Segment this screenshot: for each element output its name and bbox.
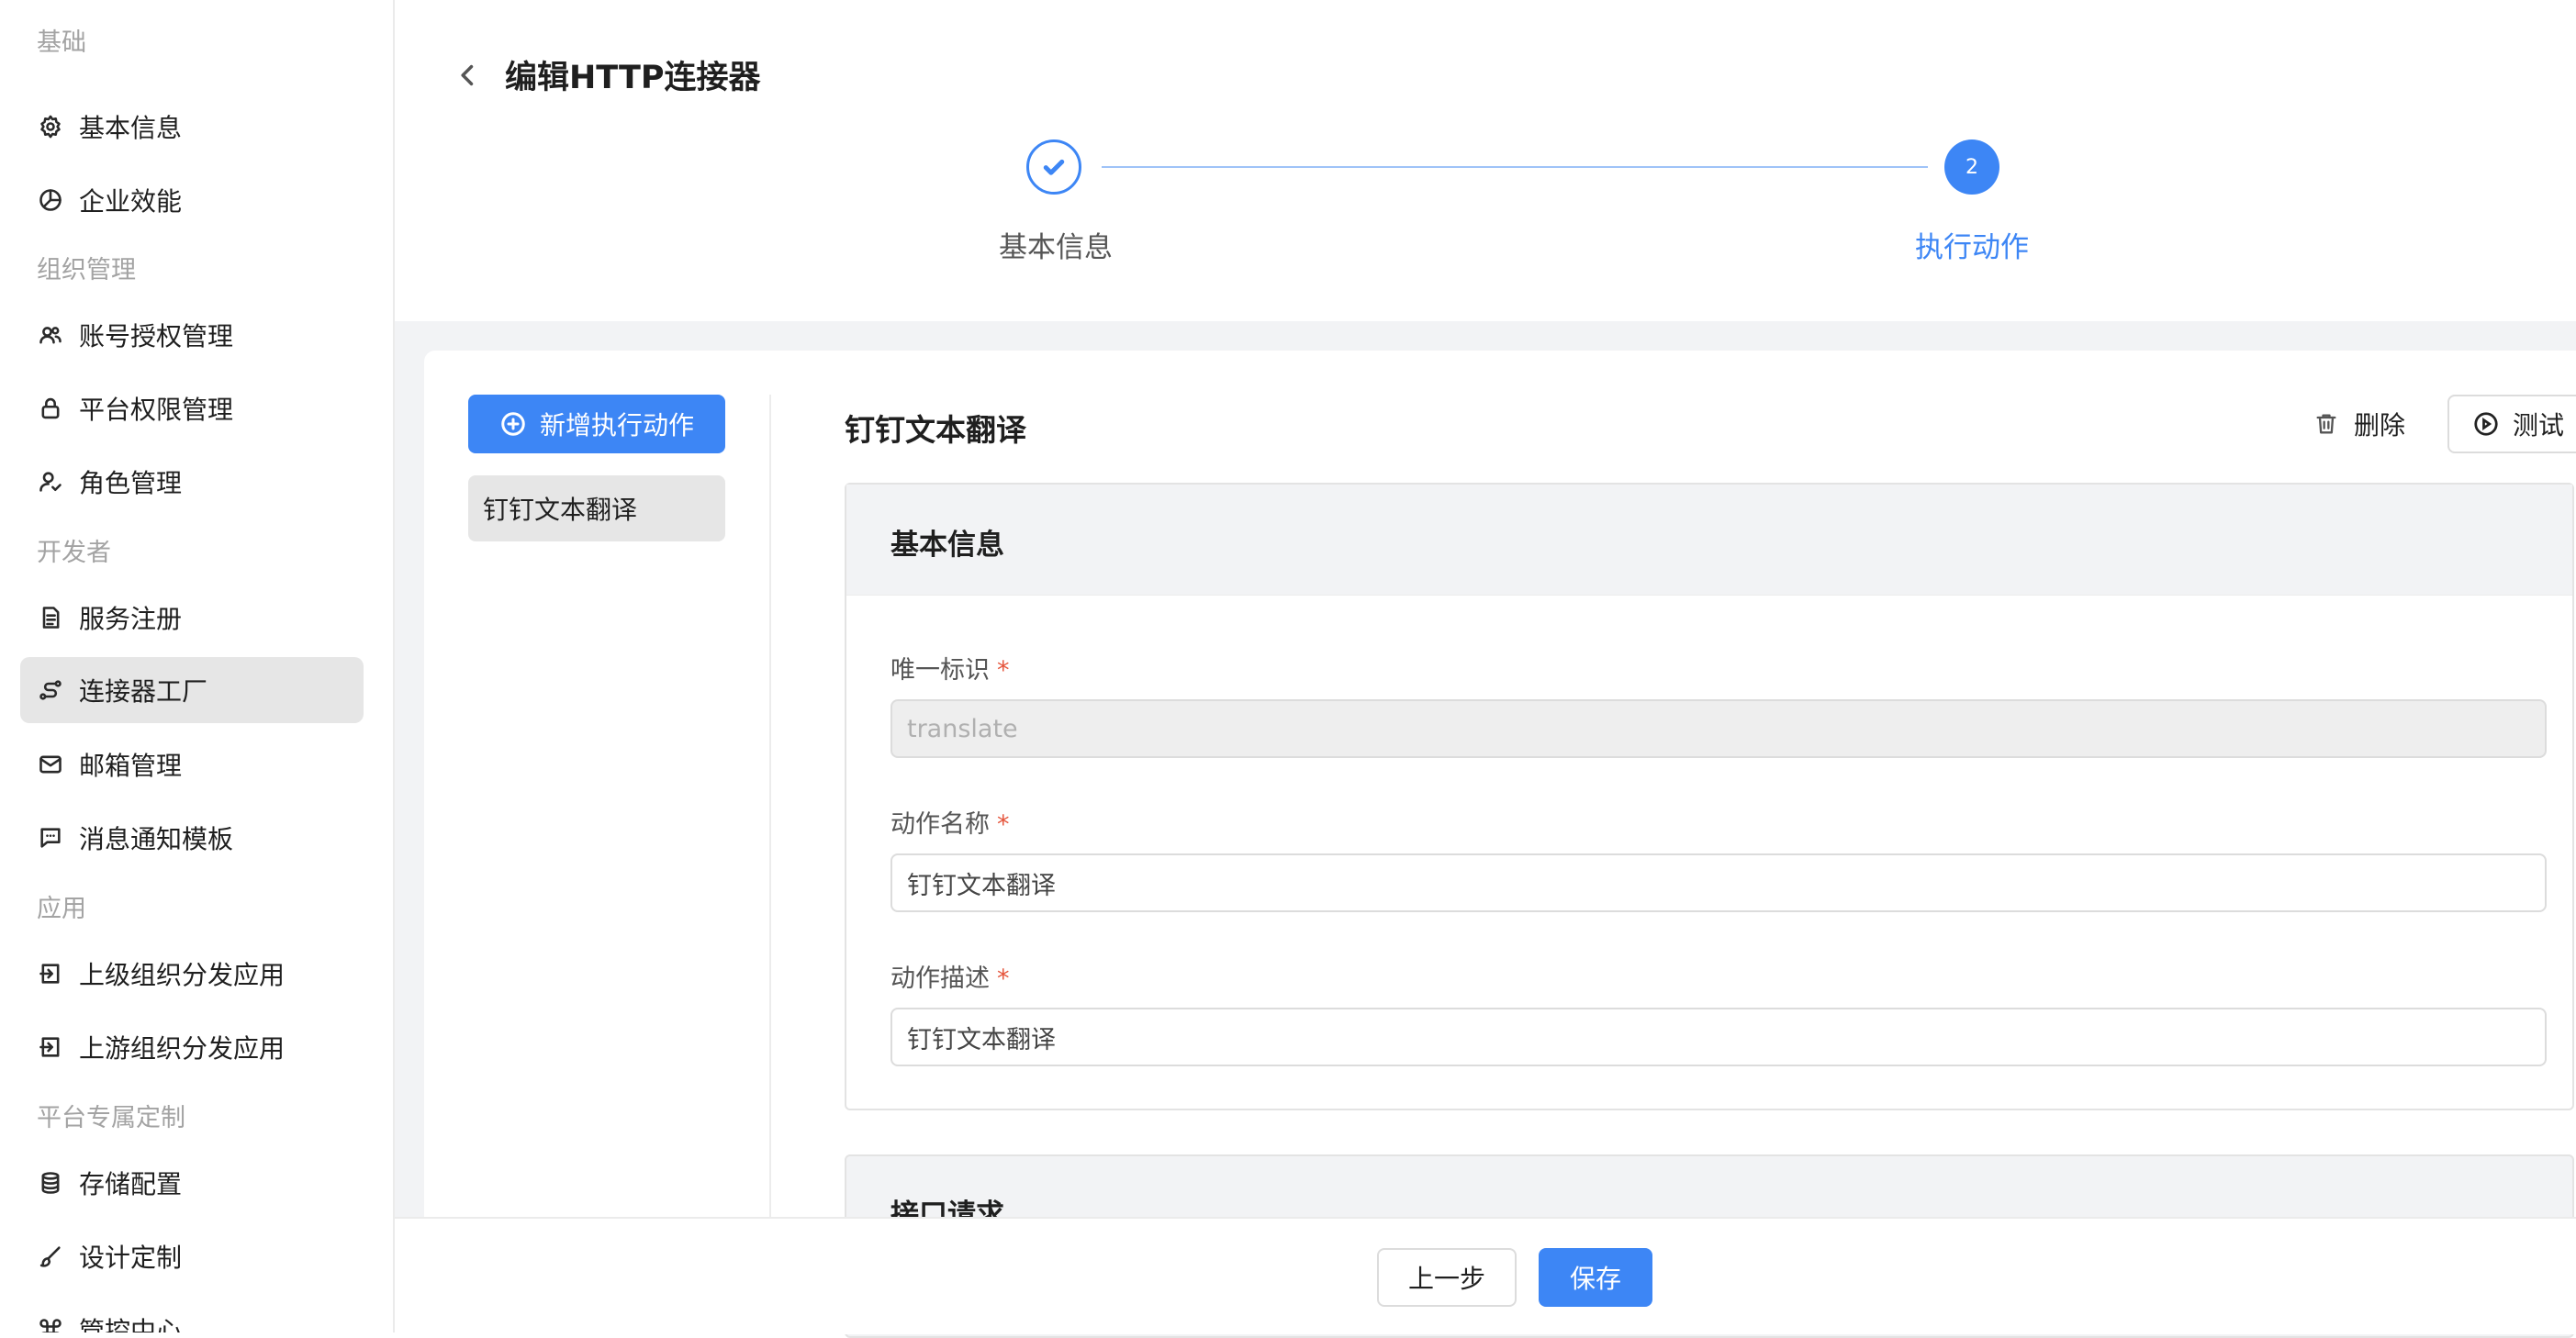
sidebar-item-label: 连接器工厂 bbox=[79, 676, 208, 707]
add-action-label: 新增执行动作 bbox=[539, 410, 694, 440]
field-label-unique-id: 唯一标识 * bbox=[890, 650, 1010, 686]
sidebar-item-parent-org-app[interactable]: 上级组织分发应用 bbox=[20, 941, 364, 1007]
document-icon bbox=[37, 604, 64, 631]
sidebar-item-label: 管控中心 bbox=[79, 1316, 183, 1332]
sidebar-item-label: 基本信息 bbox=[79, 113, 183, 143]
sidebar-item-label: 上游组织分发应用 bbox=[79, 1033, 286, 1064]
mail-icon bbox=[37, 751, 64, 778]
action-name-input[interactable] bbox=[890, 853, 2547, 912]
trash-icon bbox=[2316, 414, 2336, 434]
section-header: 基本信息 bbox=[846, 485, 2572, 596]
test-button[interactable]: 测试 bbox=[2447, 395, 2576, 453]
sidebar-item-label: 企业效能 bbox=[79, 186, 183, 217]
database-icon bbox=[37, 1169, 64, 1197]
sidebar-group-dev: 开发者 bbox=[37, 539, 111, 567]
sidebar-item-platform-perm[interactable]: 平台权限管理 bbox=[20, 375, 364, 441]
sidebar-item-label: 上级组织分发应用 bbox=[79, 960, 286, 990]
sidebar: 基础 基本信息 企业效能 组织管理 账号授权管理 平台权限管理 角色管理 开发者 bbox=[0, 0, 395, 1332]
field-label-action-desc: 动作描述 * bbox=[890, 958, 1010, 994]
sidebar-item-label: 角色管理 bbox=[79, 468, 183, 498]
brush-icon bbox=[37, 1243, 64, 1270]
field-label-text: 动作描述 bbox=[890, 964, 990, 993]
prev-step-button[interactable]: 上一步 bbox=[1377, 1248, 1517, 1307]
sidebar-item-label: 平台权限管理 bbox=[79, 395, 234, 425]
divider bbox=[769, 395, 771, 1268]
section-title: 基本信息 bbox=[890, 529, 1004, 562]
page-header: 编辑HTTP连接器 2 基本信息 执行动作 bbox=[395, 0, 2576, 321]
pie-chart-icon bbox=[37, 186, 64, 214]
page-title: 编辑HTTP连接器 bbox=[505, 60, 761, 96]
sidebar-group-org: 组织管理 bbox=[37, 256, 136, 284]
connector-icon bbox=[37, 676, 64, 704]
login-icon bbox=[37, 1033, 64, 1061]
action-title: 钉钉文本翻译 bbox=[845, 412, 1026, 448]
sidebar-item-mail[interactable]: 邮箱管理 bbox=[20, 731, 364, 797]
step-2-label[interactable]: 执行动作 bbox=[1915, 224, 2029, 265]
sidebar-item-label: 服务注册 bbox=[79, 604, 183, 634]
field-label-text: 动作名称 bbox=[890, 810, 990, 839]
sidebar-item-efficiency[interactable]: 企业效能 bbox=[20, 167, 364, 233]
save-button[interactable]: 保存 bbox=[1539, 1248, 1652, 1307]
login-icon bbox=[37, 960, 64, 987]
unique-id-input bbox=[890, 699, 2547, 758]
field-label-text: 唯一标识 bbox=[890, 656, 990, 685]
gear-icon bbox=[37, 113, 64, 140]
step-connector-line bbox=[1102, 166, 1928, 168]
sidebar-item-label: 存储配置 bbox=[79, 1169, 183, 1199]
sidebar-item-message-template[interactable]: 消息通知模板 bbox=[20, 805, 364, 871]
add-action-button[interactable]: 新增执行动作 bbox=[468, 395, 725, 453]
sidebar-item-account-auth[interactable]: 账号授权管理 bbox=[20, 302, 364, 368]
sidebar-group-platform: 平台专属定制 bbox=[37, 1104, 185, 1132]
sidebar-item-control-center[interactable]: 管控中心 bbox=[20, 1297, 364, 1332]
sidebar-item-label: 设计定制 bbox=[79, 1243, 183, 1273]
sidebar-group-basic: 基础 bbox=[37, 28, 86, 57]
message-icon bbox=[37, 824, 64, 852]
check-icon bbox=[1043, 159, 1065, 175]
back-button[interactable] bbox=[450, 57, 487, 94]
user-check-icon bbox=[37, 468, 64, 496]
required-mark: * bbox=[997, 656, 1010, 685]
chevron-left-icon bbox=[461, 64, 474, 86]
sidebar-item-label: 邮箱管理 bbox=[79, 751, 183, 781]
main-area: 编辑HTTP连接器 2 基本信息 执行动作 新增执行动作 钉钉文本翻译 钉钉文本… bbox=[395, 0, 2576, 1338]
sidebar-item-connector-factory[interactable]: 连接器工厂 bbox=[20, 657, 364, 723]
sidebar-item-design[interactable]: 设计定制 bbox=[20, 1223, 364, 1289]
step-2-indicator[interactable]: 2 bbox=[1944, 139, 1999, 195]
lock-icon bbox=[37, 395, 64, 422]
delete-button[interactable]: 删除 bbox=[2313, 402, 2405, 446]
action-desc-input[interactable] bbox=[890, 1008, 2547, 1066]
required-mark: * bbox=[997, 810, 1010, 839]
action-list-item[interactable]: 钉钉文本翻译 bbox=[468, 475, 725, 541]
command-icon bbox=[37, 1316, 64, 1332]
sidebar-item-label: 消息通知模板 bbox=[79, 824, 234, 854]
step-1-indicator[interactable] bbox=[1026, 139, 1081, 195]
footer-bar: 上一步 保存 bbox=[395, 1217, 2576, 1334]
sidebar-group-app: 应用 bbox=[37, 895, 86, 923]
field-label-action-name: 动作名称 * bbox=[890, 804, 1010, 840]
sidebar-item-roles[interactable]: 角色管理 bbox=[20, 449, 364, 515]
plus-circle-icon bbox=[501, 412, 525, 436]
delete-label: 删除 bbox=[2354, 410, 2406, 440]
test-label: 测试 bbox=[2512, 410, 2564, 440]
basic-info-section: 基本信息 唯一标识* 动作名称* 动作描述* bbox=[845, 483, 2574, 1110]
sidebar-item-service-register[interactable]: 服务注册 bbox=[20, 585, 364, 651]
required-mark: * bbox=[997, 964, 1010, 993]
sidebar-item-label: 账号授权管理 bbox=[79, 321, 234, 351]
sidebar-item-storage[interactable]: 存储配置 bbox=[20, 1150, 364, 1216]
sidebar-item-basic-info[interactable]: 基本信息 bbox=[20, 94, 364, 160]
users-icon bbox=[37, 321, 64, 349]
content-card: 新增执行动作 钉钉文本翻译 钉钉文本翻译 删除 测试 基本信息 唯一标识* 动作… bbox=[424, 351, 2576, 1338]
play-circle-icon bbox=[2474, 412, 2498, 436]
step-1-label[interactable]: 基本信息 bbox=[999, 224, 1113, 265]
sidebar-item-upstream-org-app[interactable]: 上游组织分发应用 bbox=[20, 1014, 364, 1080]
